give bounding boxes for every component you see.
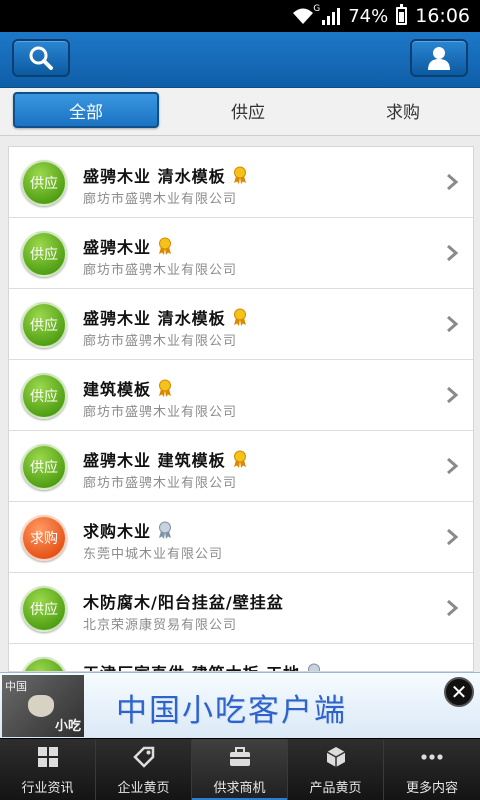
nav-label: 产品黄页 [309,781,362,796]
list-item[interactable]: 供应 盛骋木业 清水模板廊坊市盛骋木业有限公司 [9,289,473,360]
item-title: 求购木业 [83,518,172,542]
item-title-text: 盛骋木业 建筑模板 [83,451,226,470]
nav-industry-news[interactable]: 行业资讯 [0,739,96,800]
signal-icon: G [313,4,341,25]
item-company: 廊坊市盛骋木业有限公司 [83,476,238,491]
cube-icon [326,747,346,767]
chevron-right-icon [447,315,459,333]
supply-badge: 供应 [21,586,67,632]
nav-label: 供求商机 [213,781,266,796]
nav-label: 企业黄页 [117,781,170,796]
teacup-image [28,695,54,717]
supply-badge: 供应 [21,302,67,348]
user-button[interactable] [410,39,468,77]
gold-medal-icon [233,308,246,326]
supply-badge: 供应 [21,160,67,206]
status-bar: G 74% 16:06 [0,0,480,32]
user-icon [428,47,450,70]
item-title-text: 求购木业 [83,522,152,541]
nav-business-opportunities[interactable]: 供求商机 [192,739,288,800]
grid-icon [38,747,58,767]
gold-medal-icon [233,450,246,468]
item-title-text: 盛骋木业 清水模板 [83,167,226,186]
item-title-text: 建筑模板 [83,380,152,399]
list-item[interactable]: 供应 盛骋木业 清水模板廊坊市盛骋木业有限公司 [9,147,473,218]
item-title-text: 天津厂家直供 建筑木板 工地 [83,664,300,671]
item-company: 廊坊市盛骋木业有限公司 [83,263,238,278]
item-title-text: 盛骋木业 清水模板 [83,309,226,328]
item-title: 建筑模板 [83,376,172,400]
more-icon [421,754,443,760]
item-title-text: 木防腐木/阳台挂盆/壁挂盆 [83,593,284,612]
item-title-text: 盛骋木业 [83,238,152,257]
item-company: 廊坊市盛骋木业有限公司 [83,405,238,420]
nav-company-directory[interactable]: 企业黄页 [96,739,192,800]
ad-thumbnail: 中国 小吃 [2,675,84,737]
list-item[interactable]: 供应 木防腐木/阳台挂盆/壁挂盆北京荣源康贸易有限公司 [9,573,473,644]
item-company: 廊坊市盛骋木业有限公司 [83,192,238,207]
search-button[interactable] [12,39,70,77]
silver-medal-icon [308,663,321,671]
chevron-right-icon [447,599,459,617]
tab-supply[interactable]: 供应 [175,92,321,128]
top-bar [0,32,480,88]
gold-medal-icon [159,237,172,255]
app-screen: G 74% 16:06 全部 供应 求购 供应 盛骋木业 清水模板 廊坊市盛骋木业有… [0,0,480,800]
list-item[interactable]: 供应 建筑模板廊坊市盛骋木业有限公司 [9,360,473,431]
ad-thumb-text-top: 中国 [5,680,27,693]
silver-medal-icon [159,521,172,539]
list-item[interactable]: 供应 盛骋木业 建筑模板廊坊市盛骋木业有限公司 [9,431,473,502]
item-title: 天津厂家直供 建筑木板 工地 [83,660,321,671]
tag-icon [133,746,155,768]
item-title: 盛骋木业 清水模板 [83,305,247,329]
battery-percent: 74% [348,5,389,27]
ad-title: 中国小吃客户端 [116,693,347,729]
search-icon [29,46,53,70]
tab-buy[interactable]: 求购 [330,92,476,128]
chevron-right-icon [447,457,459,475]
chevron-right-icon [447,528,459,546]
supply-demand-list: 供应 盛骋木业 清水模板 廊坊市盛骋木业有限公司 供应 盛骋木业 廊坊市盛骋木业有限公司供… [8,146,474,672]
chevron-right-icon [447,244,459,262]
gold-medal-icon [233,166,246,184]
buy-badge: 求购 [21,515,67,561]
nav-more[interactable]: 更多内容 [384,739,480,800]
bottom-nav: 行业资讯 企业黄页 供求商机 产品黄页 更多内容 [0,738,480,800]
briefcase-icon [230,747,250,766]
tab-all[interactable]: 全部 [13,92,159,128]
ad-close-button[interactable]: ✕ [444,677,474,707]
item-title: 盛骋木业 建筑模板 [83,447,247,471]
battery-icon [396,4,408,25]
ad-banner[interactable]: 中国 小吃 中国小吃客户端 ✕ [0,672,480,738]
network-type: G [313,4,321,14]
nav-label: 更多内容 [405,781,458,796]
item-title: 木防腐木/阳台挂盆/壁挂盆 [83,589,284,613]
supply-badge: 供应 [21,657,67,671]
nav-product-directory[interactable]: 产品黄页 [288,739,384,800]
gold-medal-icon [159,379,172,397]
chevron-right-icon [447,173,459,191]
wifi-icon [293,8,314,24]
supply-badge: 供应 [21,373,67,419]
list-item[interactable]: 供应 盛骋木业廊坊市盛骋木业有限公司 [9,218,473,289]
chevron-right-icon [447,386,459,404]
item-company: 东莞中城木业有限公司 [83,547,224,562]
nav-label: 行业资讯 [21,781,74,796]
supply-badge: 供应 [21,231,67,277]
item-company: 北京荣源康贸易有限公司 [83,618,238,633]
item-title: 盛骋木业 [83,234,172,258]
item-company: 廊坊市盛骋木业有限公司 [83,334,238,349]
list-item[interactable]: 求购 求购木业东莞中城木业有限公司 [9,502,473,573]
supply-badge: 供应 [21,444,67,490]
clock: 16:06 [415,5,470,27]
list-item[interactable]: 供应天津厂家直供 建筑木板 工地 [9,644,473,671]
filter-tabs: 全部 供应 求购 [0,88,480,136]
item-title: 盛骋木业 清水模板 [83,163,247,187]
ad-thumb-text-bottom: 小吃 [54,719,81,734]
